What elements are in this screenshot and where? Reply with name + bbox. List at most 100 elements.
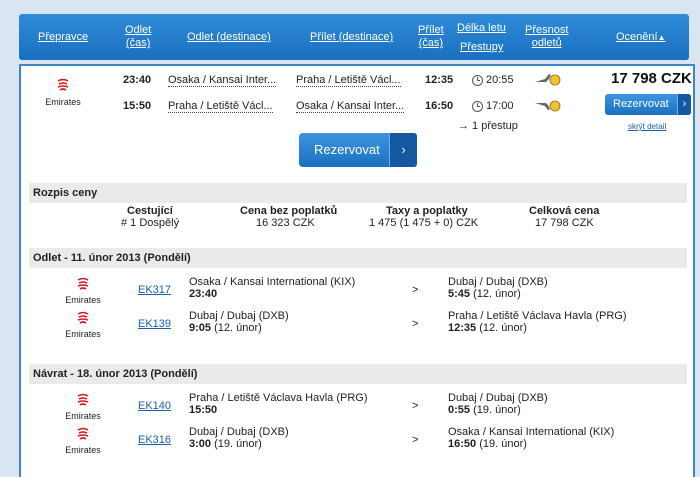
emirates-logo-icon xyxy=(77,277,89,290)
book-button-small[interactable]: Rezervovat › xyxy=(605,94,691,115)
outbound-from[interactable]: Osaka / Kansai Inter... xyxy=(168,74,277,87)
outbound-section-title: Odlet - 11. únor 2013 (Pondělí) xyxy=(29,248,687,268)
leg-arrival: 0:55 (19. únor) xyxy=(448,404,521,416)
leg-departure: 9:05 (12. únor) xyxy=(189,322,262,334)
leg-arrival-note: (12. únor) xyxy=(473,288,521,300)
leg-arrival-time: 12:35 xyxy=(448,322,477,334)
leg-arrival-note: (19. únor) xyxy=(473,404,521,416)
sort-precision-line1: Přesnost xyxy=(525,24,569,36)
sort-rating-label: Ocenění xyxy=(616,31,658,43)
sort-carrier[interactable]: Přepravce xyxy=(38,31,88,44)
clock-icon xyxy=(472,75,483,86)
outbound-to[interactable]: Praha / Letiště Václ... xyxy=(296,74,401,87)
flight-code-link[interactable]: EK139 xyxy=(138,318,171,330)
leg-arrow: > xyxy=(412,400,419,412)
leg-arrow: > xyxy=(412,434,419,446)
leg-departure-time: 15:50 xyxy=(189,404,218,416)
clock-icon xyxy=(472,101,483,112)
inbound-section-title: Návrat - 18. únor 2013 (Pondělí) xyxy=(29,364,687,384)
leg-departure-note: (19. únor) xyxy=(214,438,262,450)
leg-departure-time: 23:40 xyxy=(189,288,218,300)
header-total-price: Celková cena xyxy=(529,205,600,217)
leg-arrival: 12:35 (12. únor) xyxy=(448,322,527,334)
leg-to: Dubaj / Dubaj (DXB) xyxy=(448,276,548,288)
airline-name: Emirates xyxy=(45,97,81,107)
book-button-large-label: Rezervovat xyxy=(314,142,380,157)
outbound-departure-time: 23:40 xyxy=(123,74,152,86)
hide-detail-link[interactable]: skrýt detail xyxy=(628,122,666,131)
inbound-to[interactable]: Osaka / Kansai Inter... xyxy=(296,100,405,113)
emirates-logo-icon xyxy=(57,78,69,91)
sort-precision[interactable]: Přesnost odletů xyxy=(525,24,568,50)
price-breakdown: Rozpis ceny Cestující Cena bez poplatků … xyxy=(29,183,687,237)
emirates-logo-icon xyxy=(77,393,89,406)
leg-airline: Emirates xyxy=(65,411,101,421)
leg-arrow: > xyxy=(412,318,419,330)
inbound-departure-time: 15:50 xyxy=(123,100,152,112)
value-taxes-fees: 1 475 (1 475 + 0) CZK xyxy=(369,217,479,229)
value-price-without-fees: 16 323 CZK xyxy=(256,217,315,229)
results-header: Přepravce Odlet (čas) Odlet (destinace) P… xyxy=(19,14,689,60)
inbound-section: Návrat - 18. únor 2013 (Pondělí) Emirate… xyxy=(29,364,687,464)
price-breakdown-title: Rozpis ceny xyxy=(29,183,687,203)
leg-airline: Emirates xyxy=(65,295,101,305)
total-price: 17 798 CZK xyxy=(611,70,692,87)
sort-arrival-destination[interactable]: Přílet (destinace) xyxy=(310,31,393,44)
leg-to: Dubaj / Dubaj (DXB) xyxy=(448,392,548,404)
sort-departure-destination[interactable]: Odlet (destinace) xyxy=(187,31,271,44)
leg-airline: Emirates xyxy=(65,329,101,339)
book-button-small-label: Rezervovat xyxy=(613,98,669,110)
sort-arrival-time-line2: (čas) xyxy=(418,37,444,49)
emirates-logo-icon xyxy=(77,311,89,324)
header-passenger: Cestující xyxy=(127,205,173,217)
leg-airline: Emirates xyxy=(65,445,101,455)
landing-rating-icon xyxy=(535,100,561,112)
leg-departure-time: 3:00 xyxy=(189,438,212,450)
leg-from: Dubaj / Dubaj (DXB) xyxy=(189,310,289,322)
header-taxes-fees: Taxy a poplatky xyxy=(386,205,468,217)
inbound-arrival-time: 16:50 xyxy=(425,100,454,112)
takeoff-rating-icon xyxy=(535,74,561,86)
leg-from: Dubaj / Dubaj (DXB) xyxy=(189,426,289,438)
sort-duration[interactable]: Délka letu xyxy=(457,22,506,35)
inbound-from[interactable]: Praha / Letiště Václ... xyxy=(168,100,273,113)
leg-arrow: > xyxy=(412,284,419,296)
leg-departure-time: 9:05 xyxy=(189,322,212,334)
chevron-right-icon: › xyxy=(677,94,691,115)
outbound-section: Odlet - 11. únor 2013 (Pondělí) Emirates… xyxy=(29,248,687,348)
header-price-without-fees: Cena bez poplatků xyxy=(240,205,338,217)
flight-result-panel: Emirates 23:40 Osaka / Kansai Inter... P… xyxy=(19,64,695,477)
book-button-large[interactable]: Rezervovat › xyxy=(299,133,417,167)
leg-arrival: 16:50 (19. únor) xyxy=(448,438,527,450)
inbound-duration: 17:00 xyxy=(486,100,514,112)
value-total-price: 17 798 CZK xyxy=(535,217,594,229)
outbound-duration: 20:55 xyxy=(486,74,514,86)
leg-departure-note: (12. únor) xyxy=(214,322,262,334)
transfer-count: → 1 přestup xyxy=(458,120,518,132)
leg-arrival-time: 16:50 xyxy=(448,438,477,450)
leg-to: Praha / Letiště Václava Havla (PRG) xyxy=(448,310,627,322)
chevron-right-icon: › xyxy=(389,133,417,167)
leg-arrival: 5:45 (12. únor) xyxy=(448,288,521,300)
leg-from: Praha / Letiště Václava Havla (PRG) xyxy=(189,392,368,404)
outbound-arrival-time: 12:35 xyxy=(425,74,454,86)
flight-code-link[interactable]: EK140 xyxy=(138,400,171,412)
leg-from: Osaka / Kansai International (KIX) xyxy=(189,276,356,288)
flight-code-link[interactable]: EK317 xyxy=(138,284,171,296)
leg-arrival-note: (12. únor) xyxy=(479,322,527,334)
leg-departure: 3:00 (19. únor) xyxy=(189,438,262,450)
leg-to: Osaka / Kansai International (KIX) xyxy=(448,426,615,438)
value-passenger: # 1 Dospělý xyxy=(121,217,180,229)
leg-arrival-time: 0:55 xyxy=(448,404,471,416)
flight-code-link[interactable]: EK316 xyxy=(138,434,171,446)
sort-up-icon: ▲ xyxy=(657,33,666,42)
sort-arrival-time[interactable]: Přílet (čas) xyxy=(418,24,444,50)
sort-departure-time[interactable]: Odlet (čas) xyxy=(125,24,151,50)
sort-departure-time-line2: (čas) xyxy=(125,37,151,49)
sort-precision-line2: odletů xyxy=(531,37,562,49)
sort-rating[interactable]: Ocenění▲ xyxy=(616,31,666,44)
leg-arrival-time: 5:45 xyxy=(448,288,471,300)
emirates-logo-icon xyxy=(77,427,89,440)
sort-transfers[interactable]: Přestupy xyxy=(460,41,503,54)
sort-departure-time-line1: Odlet xyxy=(125,24,152,36)
